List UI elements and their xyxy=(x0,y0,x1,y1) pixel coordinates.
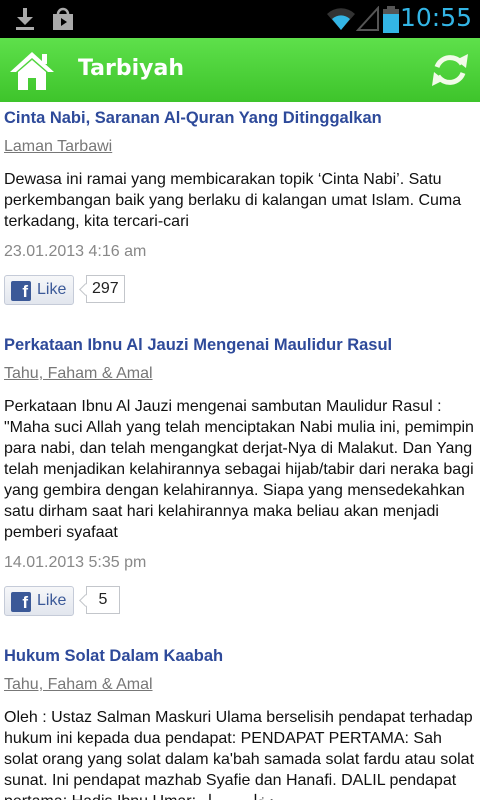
refresh-icon[interactable] xyxy=(430,50,470,90)
like-row: f Like 297 xyxy=(4,275,476,305)
article-item[interactable]: Perkataan Ibnu Al Jauzi Mengenai Maulidu… xyxy=(0,329,480,640)
like-count: 5 xyxy=(86,586,120,614)
facebook-like-button[interactable]: f Like xyxy=(4,275,74,305)
app-title: Tarbiyah xyxy=(78,56,185,81)
facebook-icon: f xyxy=(11,281,31,301)
battery-icon xyxy=(383,6,399,33)
article-date: 14.01.2013 5:35 pm xyxy=(4,554,147,571)
article-item[interactable]: Cinta Nabi, Saranan Al-Quran Yang Diting… xyxy=(0,102,480,329)
facebook-icon: f xyxy=(11,592,31,612)
article-category-link[interactable]: Laman Tarbawi xyxy=(4,137,112,157)
like-count: 297 xyxy=(86,275,125,303)
home-icon[interactable] xyxy=(8,48,56,92)
article-excerpt: Oleh : Ustaz Salman Maskuri Ulama bersel… xyxy=(4,709,475,800)
shopping-bag-icon xyxy=(53,7,73,30)
status-bar: 10:55 xyxy=(0,0,480,38)
facebook-like-button[interactable]: f Like xyxy=(4,586,74,616)
article-date: 23.01.2013 4:16 am xyxy=(4,243,147,260)
article-title[interactable]: Hukum Solat Dalam Kaabah xyxy=(4,640,476,666)
article-list[interactable]: Cinta Nabi, Saranan Al-Quran Yang Diting… xyxy=(0,102,480,800)
article-excerpt: Dewasa ini ramai yang membicarakan topik… xyxy=(4,171,462,230)
article-title[interactable]: Perkataan Ibnu Al Jauzi Mengenai Maulidu… xyxy=(4,329,476,355)
wifi-icon xyxy=(327,8,355,30)
action-bar: Tarbiyah xyxy=(0,38,480,102)
like-label: Like xyxy=(37,592,67,609)
article-excerpt: Perkataan Ibnu Al Jauzi mengenai sambuta… xyxy=(4,398,474,541)
article-category-link[interactable]: Tahu, Faham & Amal xyxy=(4,364,153,384)
article-item[interactable]: Hukum Solat Dalam Kaabah Tahu, Faham & A… xyxy=(0,640,480,800)
like-label: Like xyxy=(37,281,67,298)
clock: 10:55 xyxy=(399,3,472,32)
like-row: f Like 5 xyxy=(4,586,476,616)
download-icon xyxy=(16,8,34,30)
article-title[interactable]: Cinta Nabi, Saranan Al-Quran Yang Diting… xyxy=(4,102,476,128)
article-category-link[interactable]: Tahu, Faham & Amal xyxy=(4,675,153,695)
signal-icon xyxy=(356,6,379,31)
